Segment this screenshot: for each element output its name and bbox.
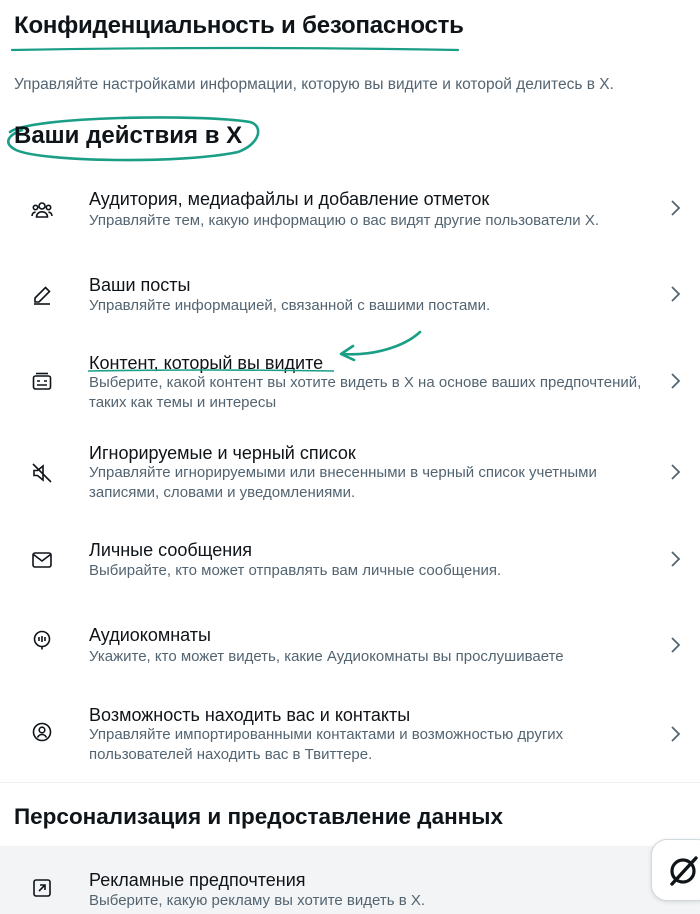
section-title-your-activity: Ваши действия в X (14, 122, 243, 149)
settings-item-description: Управляйте игнорируемыми или внесенными … (89, 464, 597, 501)
people-icon (30, 198, 54, 222)
settings-item-label: Игнорируемые и черный список (89, 443, 356, 463)
chevron-right-icon (665, 371, 685, 391)
spaces-icon (30, 628, 54, 652)
section-divider (0, 782, 700, 783)
page-title: Конфиденциальность и безопасность (14, 12, 464, 39)
settings-item-description: Выбирайте, кто может отправлять вам личн… (89, 562, 502, 579)
settings-item-discoverability[interactable]: Возможность находить вас и контакты Упра… (0, 702, 700, 766)
content-icon (30, 370, 54, 394)
chevron-right-icon (665, 462, 685, 482)
settings-item-ad-preferences[interactable]: Рекламные предпочтения Выберите, какую р… (0, 846, 700, 914)
annotation-underline (87, 369, 335, 372)
external-link-icon (30, 876, 54, 900)
pencil-icon (30, 283, 54, 307)
settings-item-spaces[interactable]: Аудиокомнаты Укажите, кто может видеть, … (0, 624, 700, 674)
settings-item-description: Укажите, кто может видеть, какие Аудиоко… (89, 648, 564, 665)
annotation-arrow (339, 330, 422, 362)
logo-icon (670, 856, 698, 886)
settings-item-label: Рекламные предпочтения (89, 870, 306, 890)
page-subtitle: Управляйте настройками информации, котор… (14, 76, 614, 93)
app-logo-badge[interactable] (651, 839, 700, 901)
chevron-right-icon (665, 198, 685, 218)
chevron-right-icon (665, 724, 685, 744)
envelope-icon (30, 548, 54, 572)
settings-item-label: Возможность находить вас и контакты (89, 705, 411, 725)
discoverability-icon (30, 720, 54, 744)
settings-item-label: Личные сообщения (89, 540, 253, 560)
settings-item-label: Аудитория, медиафайлы и добавление отмет… (89, 189, 490, 209)
section-title-personalization: Персонализация и предоставление данных (14, 804, 504, 829)
settings-item-label: Ваши посты (89, 275, 191, 295)
settings-item-description: Выберите, какую рекламу вы хотите видеть… (89, 892, 426, 909)
chevron-right-icon (665, 284, 685, 304)
settings-item-description: Выберите, какой контент вы хотите видеть… (89, 374, 642, 411)
settings-item-direct-messages[interactable]: Личные сообщения Выбирайте, кто может от… (0, 538, 700, 588)
settings-item-description: Управляйте тем, какую информацию о вас в… (89, 212, 600, 229)
settings-item-audience[interactable]: Аудитория, медиафайлы и добавление отмет… (0, 188, 700, 248)
mute-icon (30, 461, 54, 485)
chevron-right-icon (665, 635, 685, 655)
settings-item-mute-block[interactable]: Игнорируемые и черный список Управляйте … (0, 440, 700, 504)
title-highlight-underline (10, 46, 460, 52)
settings-item-your-posts[interactable]: Ваши посты Управляйте информацией, связа… (0, 274, 700, 334)
settings-item-description: Управляйте импортированными контактами и… (89, 726, 564, 763)
chevron-right-icon (665, 549, 685, 569)
settings-item-label: Аудиокомнаты (89, 625, 211, 645)
settings-item-description: Управляйте информацией, связанной с ваши… (89, 297, 491, 314)
